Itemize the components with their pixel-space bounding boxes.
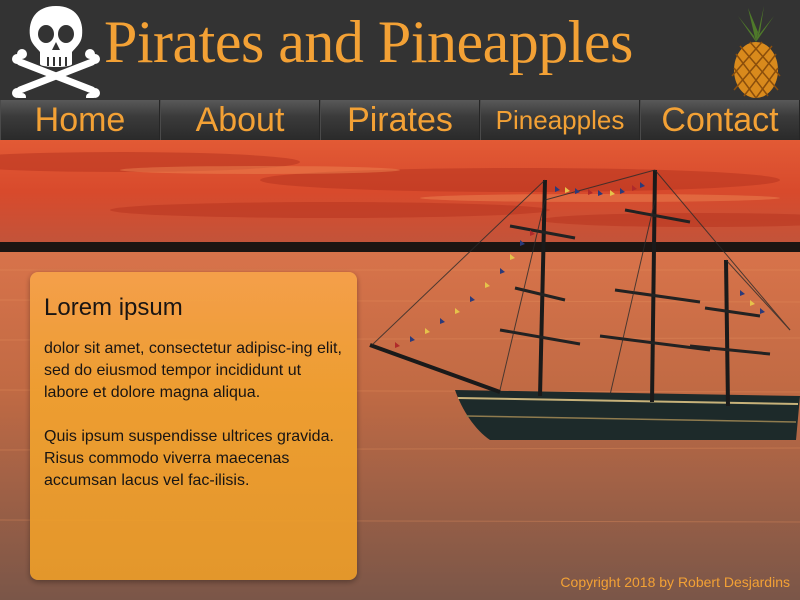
skull-and-crossbones-icon (12, 6, 100, 98)
site-header: Pirates and Pineapples (0, 0, 800, 100)
content-paragraph: dolor sit amet, consectetur adipisc-ing … (44, 340, 342, 401)
copyright-text: Copyright 2018 by Robert Desjardins (560, 574, 790, 590)
nav-item-about[interactable]: About (160, 100, 320, 140)
pineapple-icon (731, 6, 781, 98)
nav-item-home[interactable]: Home (0, 100, 160, 140)
main-nav: Home About Pirates Pineapples Contact (0, 100, 800, 140)
content-heading: Lorem ipsum (44, 294, 183, 321)
nav-item-contact[interactable]: Contact (640, 100, 800, 140)
nav-item-pineapples[interactable]: Pineapples (480, 100, 640, 140)
content-paragraph: Quis ipsum suspendisse ultrices gravida.… (44, 428, 334, 489)
site-title: Pirates and Pineapples (104, 9, 633, 75)
content-card: Lorem ipsum dolor sit amet, consectetur … (30, 272, 357, 580)
nav-item-pirates[interactable]: Pirates (320, 100, 480, 140)
